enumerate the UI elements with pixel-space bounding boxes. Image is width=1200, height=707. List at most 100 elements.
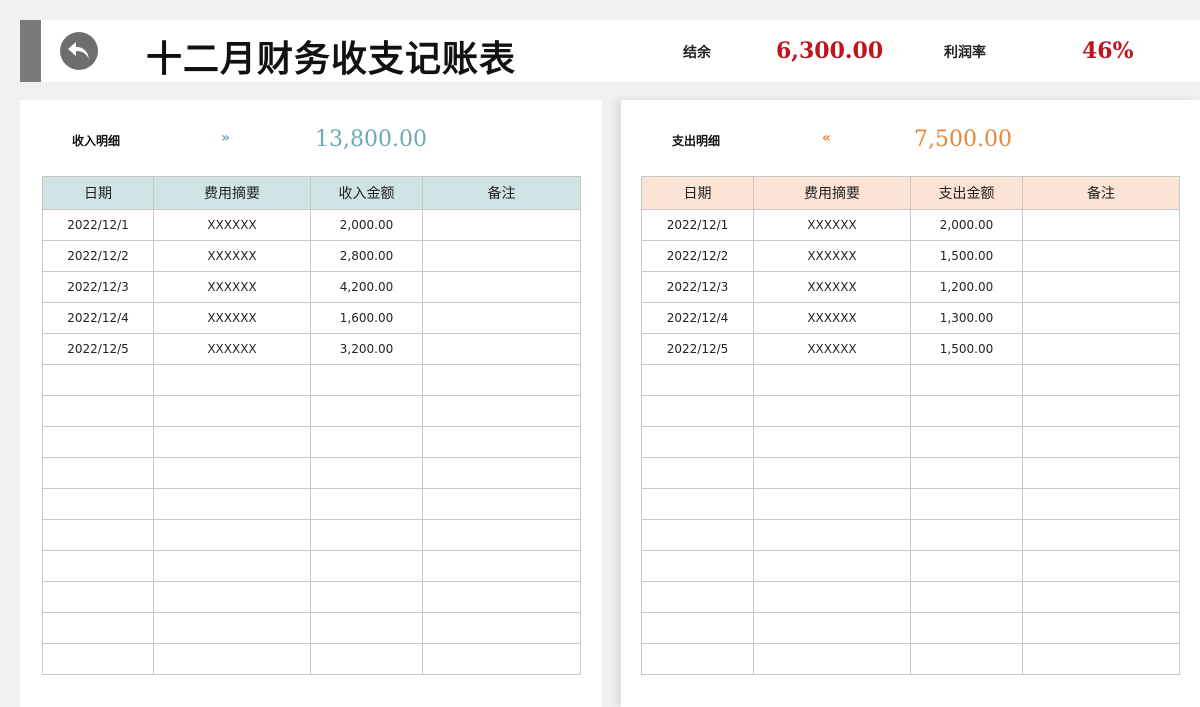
table-cell[interactable] <box>310 426 423 458</box>
table-cell[interactable] <box>910 581 1023 613</box>
table-cell[interactable] <box>310 519 423 551</box>
table-cell[interactable]: 1,500.00 <box>910 240 1023 272</box>
table-cell[interactable] <box>422 426 581 458</box>
table-cell[interactable] <box>42 364 154 396</box>
table-cell[interactable] <box>310 364 423 396</box>
table-cell[interactable]: 2022/12/4 <box>641 302 754 334</box>
table-cell[interactable] <box>422 271 581 303</box>
table-cell[interactable] <box>153 364 311 396</box>
table-cell[interactable] <box>910 457 1023 489</box>
table-cell[interactable]: 2022/12/1 <box>42 209 154 241</box>
table-cell[interactable] <box>1022 519 1180 551</box>
table-cell[interactable]: 2022/12/2 <box>42 240 154 272</box>
table-cell[interactable] <box>153 581 311 613</box>
table-cell[interactable] <box>310 550 423 582</box>
table-cell[interactable] <box>422 364 581 396</box>
table-cell[interactable] <box>753 612 911 644</box>
table-cell[interactable] <box>1022 271 1180 303</box>
column-header[interactable]: 备注 <box>1022 176 1180 210</box>
table-cell[interactable]: XXXXXX <box>753 302 911 334</box>
table-cell[interactable] <box>1022 550 1180 582</box>
table-cell[interactable] <box>1022 364 1180 396</box>
table-cell[interactable] <box>1022 333 1180 365</box>
table-cell[interactable] <box>753 426 911 458</box>
table-cell[interactable] <box>310 488 423 520</box>
table-cell[interactable]: 2022/12/3 <box>42 271 154 303</box>
table-cell[interactable] <box>310 612 423 644</box>
table-cell[interactable] <box>1022 581 1180 613</box>
table-cell[interactable] <box>910 643 1023 675</box>
table-cell[interactable] <box>42 643 154 675</box>
table-cell[interactable] <box>153 550 311 582</box>
table-cell[interactable] <box>42 457 154 489</box>
table-cell[interactable] <box>910 395 1023 427</box>
table-cell[interactable]: 2022/12/1 <box>641 209 754 241</box>
table-cell[interactable]: 1,600.00 <box>310 302 423 334</box>
table-cell[interactable]: XXXXXX <box>753 271 911 303</box>
table-cell[interactable] <box>310 643 423 675</box>
table-cell[interactable] <box>422 209 581 241</box>
table-cell[interactable] <box>42 488 154 520</box>
table-cell[interactable] <box>422 581 581 613</box>
table-cell[interactable] <box>153 519 311 551</box>
table-cell[interactable]: 1,200.00 <box>910 271 1023 303</box>
table-cell[interactable] <box>153 612 311 644</box>
column-header[interactable]: 费用摘要 <box>153 176 311 210</box>
table-cell[interactable]: 2,000.00 <box>910 209 1023 241</box>
table-cell[interactable] <box>1022 426 1180 458</box>
table-cell[interactable]: XXXXXX <box>153 240 311 272</box>
table-cell[interactable] <box>753 519 911 551</box>
table-cell[interactable]: XXXXXX <box>153 302 311 334</box>
table-cell[interactable] <box>422 302 581 334</box>
table-cell[interactable] <box>1022 457 1180 489</box>
table-cell[interactable] <box>1022 395 1180 427</box>
table-cell[interactable] <box>910 426 1023 458</box>
table-cell[interactable] <box>910 519 1023 551</box>
column-header[interactable]: 日期 <box>641 176 754 210</box>
table-cell[interactable]: 4,200.00 <box>310 271 423 303</box>
table-cell[interactable] <box>42 395 154 427</box>
table-cell[interactable] <box>1022 209 1180 241</box>
table-cell[interactable] <box>641 550 754 582</box>
table-cell[interactable] <box>753 581 911 613</box>
table-cell[interactable] <box>310 581 423 613</box>
table-cell[interactable] <box>753 643 911 675</box>
table-cell[interactable] <box>641 457 754 489</box>
table-cell[interactable] <box>910 612 1023 644</box>
table-cell[interactable] <box>422 612 581 644</box>
column-header[interactable]: 费用摘要 <box>753 176 911 210</box>
table-cell[interactable] <box>42 426 154 458</box>
table-cell[interactable]: 2022/12/5 <box>42 333 154 365</box>
table-cell[interactable] <box>422 488 581 520</box>
table-cell[interactable]: XXXXXX <box>153 209 311 241</box>
table-cell[interactable] <box>310 457 423 489</box>
table-cell[interactable] <box>1022 240 1180 272</box>
table-cell[interactable] <box>153 395 311 427</box>
table-cell[interactable] <box>422 550 581 582</box>
table-cell[interactable] <box>153 643 311 675</box>
table-cell[interactable]: 2,000.00 <box>310 209 423 241</box>
table-cell[interactable]: XXXXXX <box>153 271 311 303</box>
table-cell[interactable] <box>422 395 581 427</box>
table-cell[interactable] <box>153 488 311 520</box>
table-cell[interactable] <box>422 457 581 489</box>
table-cell[interactable]: 2022/12/5 <box>641 333 754 365</box>
table-cell[interactable]: 2,800.00 <box>310 240 423 272</box>
table-cell[interactable] <box>42 612 154 644</box>
table-cell[interactable] <box>153 426 311 458</box>
table-cell[interactable] <box>753 457 911 489</box>
table-cell[interactable]: XXXXXX <box>753 240 911 272</box>
table-cell[interactable]: 1,500.00 <box>910 333 1023 365</box>
table-cell[interactable]: XXXXXX <box>753 333 911 365</box>
table-cell[interactable] <box>42 581 154 613</box>
table-cell[interactable]: 2022/12/4 <box>42 302 154 334</box>
table-cell[interactable] <box>753 550 911 582</box>
table-cell[interactable] <box>641 581 754 613</box>
table-cell[interactable] <box>641 426 754 458</box>
table-cell[interactable] <box>1022 612 1180 644</box>
table-cell[interactable] <box>910 364 1023 396</box>
table-cell[interactable] <box>641 643 754 675</box>
table-cell[interactable] <box>1022 302 1180 334</box>
table-cell[interactable] <box>422 519 581 551</box>
table-cell[interactable] <box>910 488 1023 520</box>
